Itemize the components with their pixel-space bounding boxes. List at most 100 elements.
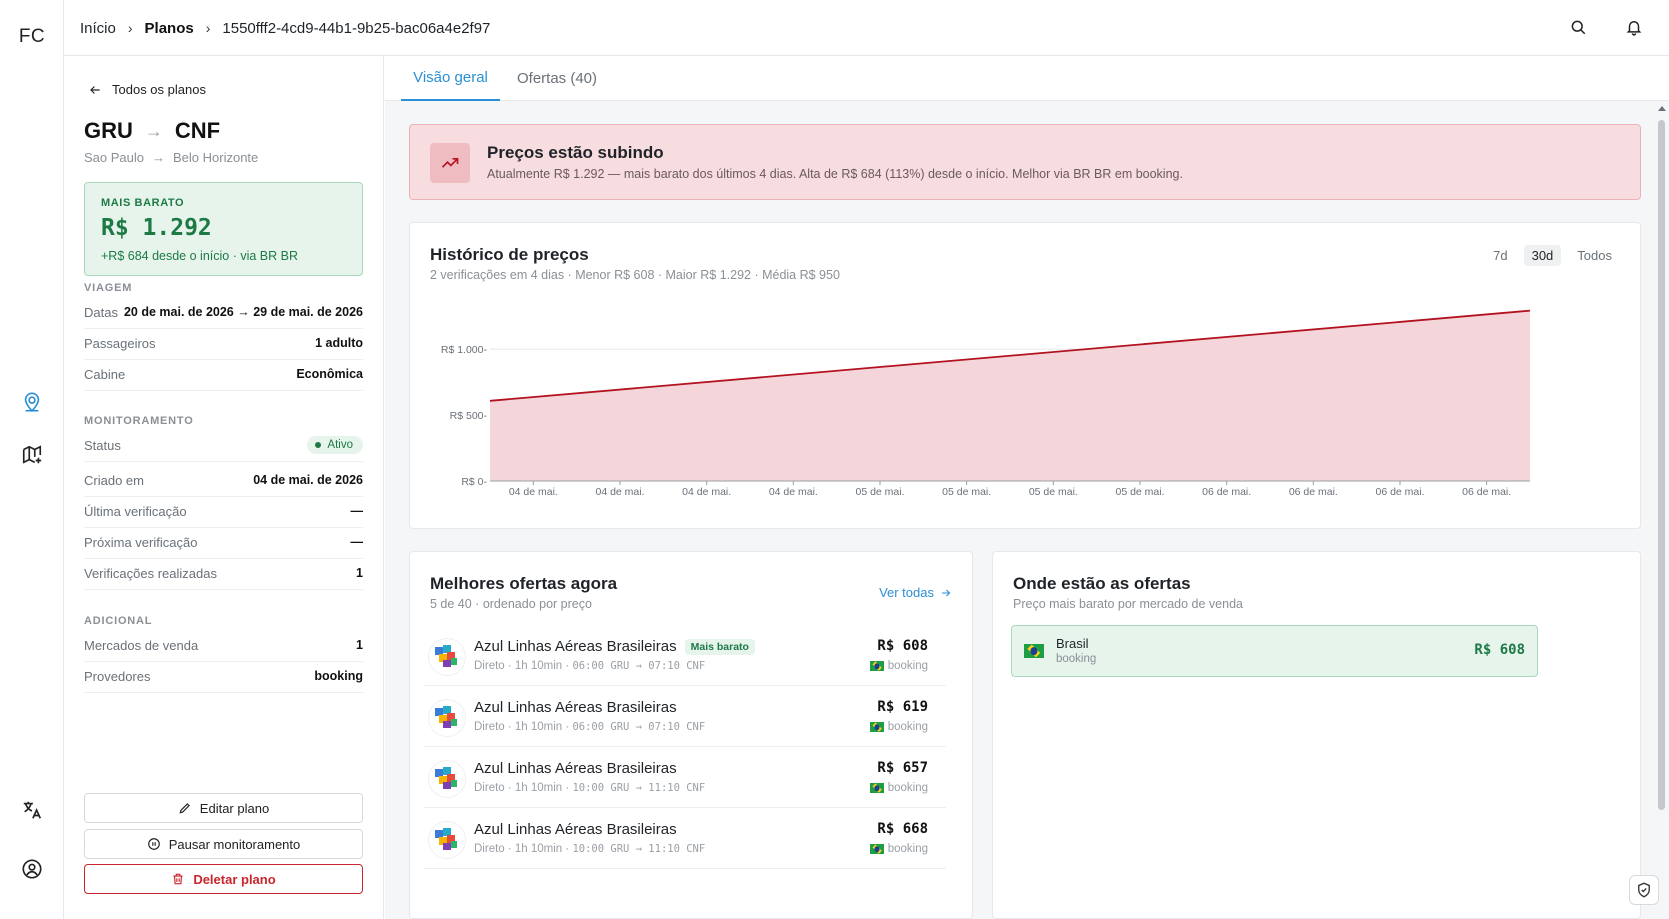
cheapest-note: +R$ 684 desde o início · via BR BR xyxy=(101,249,298,263)
x-tick-label: 04 de mai. xyxy=(509,486,558,498)
x-tick-label: 05 de mai. xyxy=(1115,486,1164,498)
origin-city: Sao Paulo xyxy=(84,150,144,165)
flight-duration: Direto · 1h 10min · xyxy=(474,782,573,794)
trash-icon xyxy=(173,873,183,885)
flight-duration: Direto · 1h 10min · xyxy=(474,721,573,733)
offer-row[interactable]: Azul Linhas Aéreas Brasileiras Direto · … xyxy=(424,747,946,808)
cheapest-label: MAIS BARATO xyxy=(101,197,185,209)
market-provider: booking xyxy=(1056,653,1097,665)
offer-row[interactable]: Azul Linhas Aéreas Brasileiras Direto · … xyxy=(424,686,946,747)
provider-name: booking xyxy=(887,721,928,733)
market-price: R$ 608 xyxy=(1474,642,1525,658)
y-tick-label: R$ 500- xyxy=(450,410,488,422)
offers-subtitle: 5 de 40 · ordenado por preço xyxy=(430,597,592,611)
x-tick-label: 05 de mai. xyxy=(855,486,904,498)
x-tick-label: 06 de mai. xyxy=(1375,486,1424,498)
airline-logo xyxy=(428,760,466,798)
chevron-right-icon: › xyxy=(127,20,133,36)
x-tick-label: 04 de mai. xyxy=(595,486,644,498)
status-dot-icon xyxy=(315,442,322,448)
trip-section-label: VIAGEM xyxy=(84,282,133,294)
app-logo[interactable]: FC xyxy=(0,26,64,48)
price-history-chart: R$ 0- R$ 500- R$ 1.000- 04 de mai. 04 de mai… xyxy=(441,309,1531,498)
back-to-plans-link[interactable]: Todos os planos xyxy=(88,82,206,97)
market-row[interactable]: Brasil booking R$ 608 xyxy=(1011,625,1538,677)
airline-name-text: Azul Linhas Aéreas Brasileiras xyxy=(474,821,677,838)
edit-plan-button[interactable]: Editar plano xyxy=(84,793,363,823)
airline-name: Azul Linhas Aéreas Brasileiras xyxy=(474,821,677,838)
top-bar: Início › Planos › 1550fff2-4cd9-44b1-9b2… xyxy=(64,0,1669,56)
flight-meta: Direto · 1h 10min · 06:00 GRU → 07:10 CN… xyxy=(474,660,705,672)
row-value: 1 xyxy=(356,638,363,652)
market-name: Brasil xyxy=(1056,636,1089,651)
delete-plan-button[interactable]: Deletar plano xyxy=(84,864,363,894)
offer-row[interactable]: Azul Linhas Aéreas Brasileiras Direto · … xyxy=(424,808,946,869)
offer-row[interactable]: Azul Linhas Aéreas Brasileiras Mais barat… xyxy=(424,625,946,686)
monitoring-row: Última verificação — xyxy=(84,495,363,528)
brazil-flag-icon xyxy=(869,783,884,793)
offer-price: R$ 668 xyxy=(877,821,928,837)
pause-monitoring-label: Pausar monitoramento xyxy=(168,836,301,852)
flight-times: 06:00 GRU → 07:10 CNF xyxy=(572,721,706,733)
x-tick-label: 06 de mai. xyxy=(1462,486,1511,498)
chevron-right-icon: › xyxy=(205,20,211,36)
row-key: Criado em xyxy=(84,472,144,488)
monitoring-row: Verificações realizadas 1 xyxy=(84,557,363,590)
airline-name-text: Azul Linhas Aéreas Brasileiras xyxy=(474,699,677,716)
airline-name: Azul Linhas Aéreas Brasileiras Mais barat… xyxy=(474,638,755,655)
price-alert: Preços estão subindo Atualmente R$ 1.292… xyxy=(409,124,1641,200)
brazil-flag-icon xyxy=(1024,644,1044,658)
arrow-left-icon xyxy=(90,85,100,94)
pencil-icon xyxy=(179,803,190,814)
user-circle-icon[interactable] xyxy=(18,855,46,883)
map-add-icon[interactable] xyxy=(18,441,46,469)
arrow-right-icon: → xyxy=(144,120,163,141)
route-title: GRU → CNF xyxy=(84,118,220,144)
markets-title: Onde estão as ofertas xyxy=(1013,574,1191,593)
price-history-card: Histórico de preços 2 verificações em 4 … xyxy=(409,222,1641,529)
offer-provider: booking xyxy=(869,660,928,672)
breadcrumb-home[interactable]: Início xyxy=(80,20,116,37)
x-tick-label: 06 de mai. xyxy=(1202,486,1251,498)
see-all-link[interactable]: Ver todas xyxy=(879,585,952,600)
map-pin-icon[interactable] xyxy=(18,388,46,416)
bell-icon[interactable] xyxy=(1623,16,1645,38)
provider-name: booking xyxy=(887,660,928,672)
flight-meta: Direto · 1h 10min · 06:00 GRU → 07:10 CN… xyxy=(474,721,705,733)
flight-duration: Direto · 1h 10min · xyxy=(474,660,573,672)
offer-price: R$ 619 xyxy=(877,699,928,715)
additional-row: Mercados de venda 1 xyxy=(84,629,363,662)
price-area xyxy=(490,310,1530,481)
translate-icon[interactable] xyxy=(18,796,46,824)
flight-times: 06:00 GRU → 07:10 CNF xyxy=(572,660,706,672)
tab-offers[interactable]: Ofertas (40) xyxy=(512,56,602,101)
airline-name-text: Azul Linhas Aéreas Brasileiras xyxy=(474,638,677,655)
scroll-up-icon[interactable] xyxy=(1657,104,1667,112)
row-value: Econômica xyxy=(296,367,363,381)
breadcrumb-plans[interactable]: Planos xyxy=(145,20,194,37)
breadcrumb-plan-id: 1550fff2-4cd9-44b1-9b25-bac06a4e2f97 xyxy=(222,19,491,37)
see-all-label: Ver todas xyxy=(879,585,934,600)
y-tick-label: R$ 0- xyxy=(461,476,487,488)
tab-bar: Visão geral Ofertas (40) xyxy=(385,56,1669,101)
tab-overview[interactable]: Visão geral xyxy=(401,56,500,101)
offer-provider: booking xyxy=(869,782,928,794)
markets-subtitle: Preço mais barato por mercado de venda xyxy=(1013,597,1243,611)
airline-logo xyxy=(428,699,466,737)
help-widget-button[interactable] xyxy=(1629,875,1659,905)
pause-icon xyxy=(147,838,160,850)
flight-meta: Direto · 1h 10min · 10:00 GRU → 11:10 CN… xyxy=(474,782,705,794)
offer-provider: booking xyxy=(869,721,928,733)
markets-card: Onde estão as ofertas Preço mais barato … xyxy=(992,551,1641,919)
flight-times: 10:00 GRU → 11:10 CNF xyxy=(572,843,706,855)
pause-monitoring-button[interactable]: Pausar monitoramento xyxy=(84,829,363,859)
flight-duration: Direto · 1h 10min · xyxy=(474,843,573,855)
scrollbar-thumb[interactable] xyxy=(1658,120,1665,810)
back-link-label: Todos os planos xyxy=(112,82,206,97)
row-key: Datas xyxy=(84,304,118,320)
search-icon[interactable] xyxy=(1567,16,1589,38)
airline-name: Azul Linhas Aéreas Brasileiras xyxy=(474,699,677,716)
flight-times: 10:00 GRU → 11:10 CNF xyxy=(572,782,706,794)
x-tick-label: 04 de mai. xyxy=(769,486,818,498)
vertical-scrollbar[interactable] xyxy=(1657,56,1667,919)
